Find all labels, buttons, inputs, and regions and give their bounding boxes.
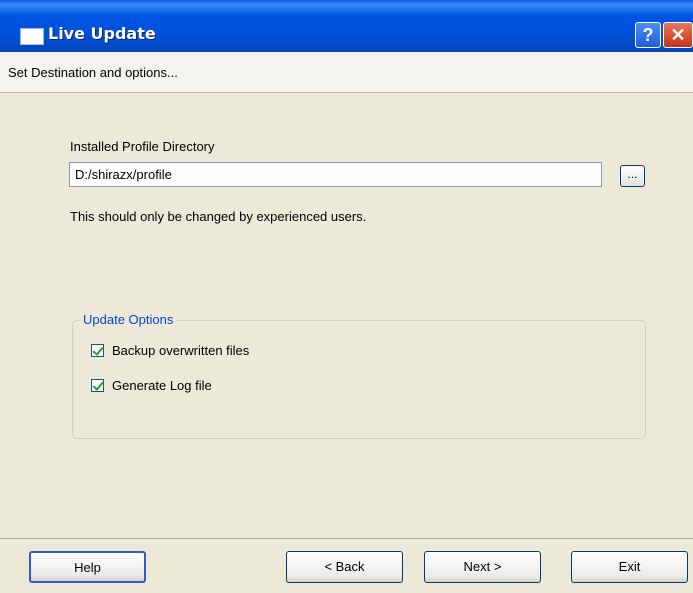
log-option[interactable]: Generate Log file bbox=[91, 378, 212, 393]
footer-divider bbox=[0, 538, 693, 539]
update-options-title: Update Options bbox=[80, 312, 177, 327]
window-icon bbox=[20, 28, 44, 45]
help-button[interactable]: Help bbox=[29, 551, 146, 583]
back-button[interactable]: < Back bbox=[286, 551, 403, 583]
close-button[interactable]: ✕ bbox=[663, 22, 693, 48]
exit-button[interactable]: Exit bbox=[571, 551, 688, 583]
browse-button[interactable]: ... bbox=[620, 165, 645, 187]
subheader-text: Set Destination and options... bbox=[8, 65, 178, 80]
log-label: Generate Log file bbox=[112, 378, 212, 393]
backup-checkbox[interactable] bbox=[91, 344, 104, 357]
help-caption-button[interactable]: ? bbox=[635, 22, 661, 48]
backup-label: Backup overwritten files bbox=[112, 343, 250, 358]
backup-option[interactable]: Backup overwritten files bbox=[91, 343, 249, 358]
subheader: Set Destination and options... bbox=[0, 52, 693, 93]
profile-directory-input[interactable] bbox=[69, 162, 602, 187]
window-title: Live Update bbox=[48, 24, 156, 43]
title-bar: Live Update ? ✕ bbox=[0, 0, 693, 52]
next-button[interactable]: Next > bbox=[424, 551, 541, 583]
profile-directory-label: Installed Profile Directory bbox=[70, 139, 215, 154]
log-checkbox[interactable] bbox=[91, 379, 104, 392]
warning-note: This should only be changed by experienc… bbox=[70, 209, 367, 224]
